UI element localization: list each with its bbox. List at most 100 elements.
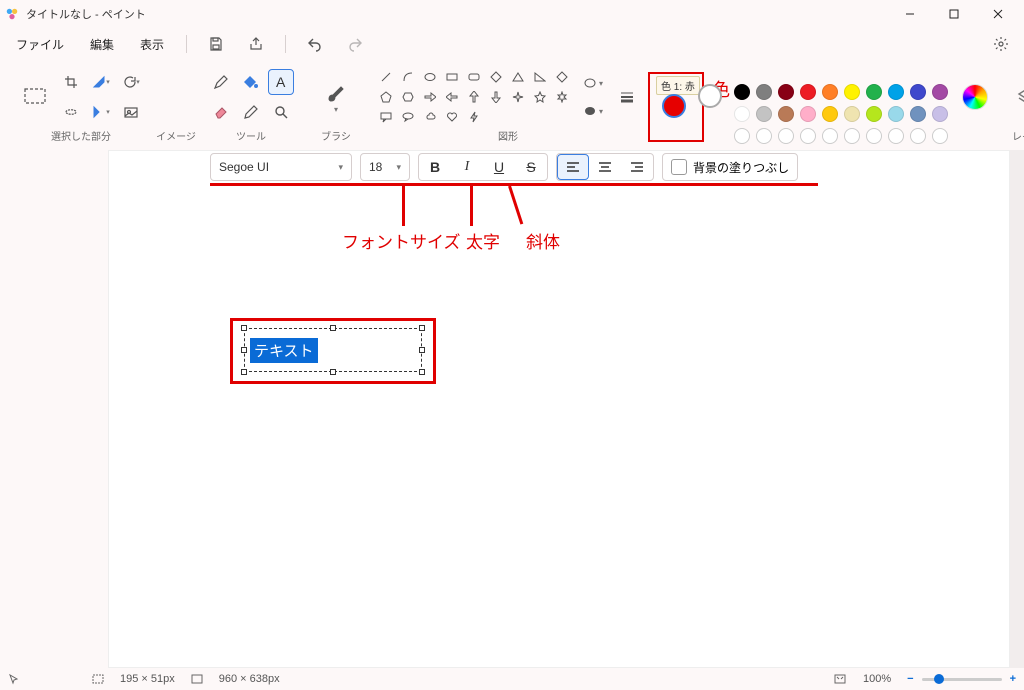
shape-rtriangle-icon[interactable]: [532, 69, 548, 85]
share-icon[interactable]: [243, 31, 269, 57]
swatch-empty[interactable]: [734, 128, 750, 144]
magnifier-icon[interactable]: [268, 99, 294, 125]
swatch[interactable]: [822, 84, 838, 100]
shape-heart-icon[interactable]: [444, 109, 460, 125]
shape-arrow-l-icon[interactable]: [444, 89, 460, 105]
color-2-swatch[interactable]: [698, 84, 722, 108]
undo-icon[interactable]: [302, 31, 328, 57]
swatch[interactable]: [822, 106, 838, 122]
picker-icon[interactable]: [238, 99, 264, 125]
shape-hexagon-icon[interactable]: [400, 89, 416, 105]
redo-icon[interactable]: [342, 31, 368, 57]
shape-roundrect-icon[interactable]: [466, 69, 482, 85]
resize-handle[interactable]: [241, 369, 247, 375]
swatch-empty[interactable]: [778, 128, 794, 144]
resize-handle[interactable]: [241, 325, 247, 331]
resize-handle[interactable]: [419, 347, 425, 353]
font-size-select[interactable]: 18▾: [360, 153, 410, 181]
save-icon[interactable]: [203, 31, 229, 57]
shape-diamond-icon[interactable]: [554, 69, 570, 85]
resize-handle[interactable]: [330, 325, 336, 331]
freeform-select-icon[interactable]: [58, 99, 84, 125]
rotate-icon[interactable]: ▾: [118, 69, 144, 95]
layers-icon[interactable]: [1012, 82, 1024, 112]
brush-button[interactable]: ▾: [318, 75, 354, 119]
swatch[interactable]: [734, 84, 750, 100]
shape-star5-icon[interactable]: [532, 89, 548, 105]
fit-screen-icon[interactable]: [833, 672, 847, 686]
vertical-scrollbar[interactable]: [1010, 150, 1024, 668]
swatch[interactable]: [778, 106, 794, 122]
selected-text[interactable]: テキスト: [250, 338, 318, 363]
shape-star6-icon[interactable]: [554, 89, 570, 105]
fill-icon[interactable]: [238, 69, 264, 95]
font-family-select[interactable]: Segoe UI▾: [210, 153, 352, 181]
maximize-button[interactable]: [932, 0, 976, 28]
shape-arrow-r-icon[interactable]: [422, 89, 438, 105]
shape-lightning-icon[interactable]: [466, 109, 482, 125]
swatch-empty[interactable]: [800, 128, 816, 144]
swatch-empty[interactable]: [932, 128, 948, 144]
menu-edit[interactable]: 編集: [84, 32, 120, 57]
align-right-button[interactable]: [621, 154, 653, 180]
bold-button[interactable]: B: [419, 154, 451, 180]
close-button[interactable]: [976, 0, 1020, 28]
swatch[interactable]: [910, 84, 926, 100]
swatch[interactable]: [932, 106, 948, 122]
stroke-width-icon[interactable]: [616, 87, 638, 107]
minimize-button[interactable]: [888, 0, 932, 28]
shape-outline-icon[interactable]: ▾: [582, 73, 604, 93]
swatch[interactable]: [756, 84, 772, 100]
shape-rect-icon[interactable]: [444, 69, 460, 85]
shape-curve-icon[interactable]: [400, 69, 416, 85]
swatch-empty[interactable]: [866, 128, 882, 144]
menu-view[interactable]: 表示: [134, 32, 170, 57]
shape-fill-icon[interactable]: ▾: [582, 101, 604, 121]
menu-file[interactable]: ファイル: [10, 32, 70, 57]
select-tool[interactable]: [18, 80, 52, 114]
resize-handle[interactable]: [419, 325, 425, 331]
settings-icon[interactable]: [988, 31, 1014, 57]
swatch[interactable]: [866, 84, 882, 100]
shape-arrow-d-icon[interactable]: [488, 89, 504, 105]
italic-button[interactable]: I: [451, 154, 483, 180]
eraser-icon[interactable]: [208, 99, 234, 125]
swatch[interactable]: [888, 84, 904, 100]
shape-polygon-icon[interactable]: [488, 69, 504, 85]
align-left-button[interactable]: [557, 154, 589, 180]
swatch-empty[interactable]: [888, 128, 904, 144]
shape-line-icon[interactable]: [378, 69, 394, 85]
zoom-in-button[interactable]: +: [1010, 673, 1016, 685]
swatch-empty[interactable]: [910, 128, 926, 144]
swatch[interactable]: [888, 106, 904, 122]
swatch[interactable]: [844, 84, 860, 100]
swatch[interactable]: [800, 84, 816, 100]
swatch[interactable]: [910, 106, 926, 122]
resize-handle[interactable]: [241, 347, 247, 353]
crop-icon[interactable]: [58, 69, 84, 95]
fill-bg-toggle[interactable]: 背景の塗りつぶし: [662, 153, 798, 181]
strike-button[interactable]: S: [515, 154, 547, 180]
resize-icon[interactable]: ▾: [88, 69, 114, 95]
align-center-button[interactable]: [589, 154, 621, 180]
text-tool-icon[interactable]: A: [268, 69, 294, 95]
color-1-slot[interactable]: 色 1: 赤 色: [662, 94, 686, 118]
swatch[interactable]: [778, 84, 794, 100]
resize-handle[interactable]: [330, 369, 336, 375]
swatch-empty[interactable]: [844, 128, 860, 144]
shape-pentagon-icon[interactable]: [378, 89, 394, 105]
swatch[interactable]: [756, 106, 772, 122]
swatch[interactable]: [844, 106, 860, 122]
underline-button[interactable]: U: [483, 154, 515, 180]
shape-callout-rect-icon[interactable]: [378, 109, 394, 125]
shape-triangle-icon[interactable]: [510, 69, 526, 85]
pencil-icon[interactable]: [208, 69, 234, 95]
color-1-swatch[interactable]: [662, 94, 686, 118]
shape-arrow-u-icon[interactable]: [466, 89, 482, 105]
swatch[interactable]: [800, 106, 816, 122]
canvas-text-box[interactable]: テキスト: [244, 328, 422, 372]
flip-icon[interactable]: ▾: [88, 99, 114, 125]
shape-star4-icon[interactable]: [510, 89, 526, 105]
shape-callout-cloud-icon[interactable]: [422, 109, 438, 125]
swatch[interactable]: [734, 106, 750, 122]
